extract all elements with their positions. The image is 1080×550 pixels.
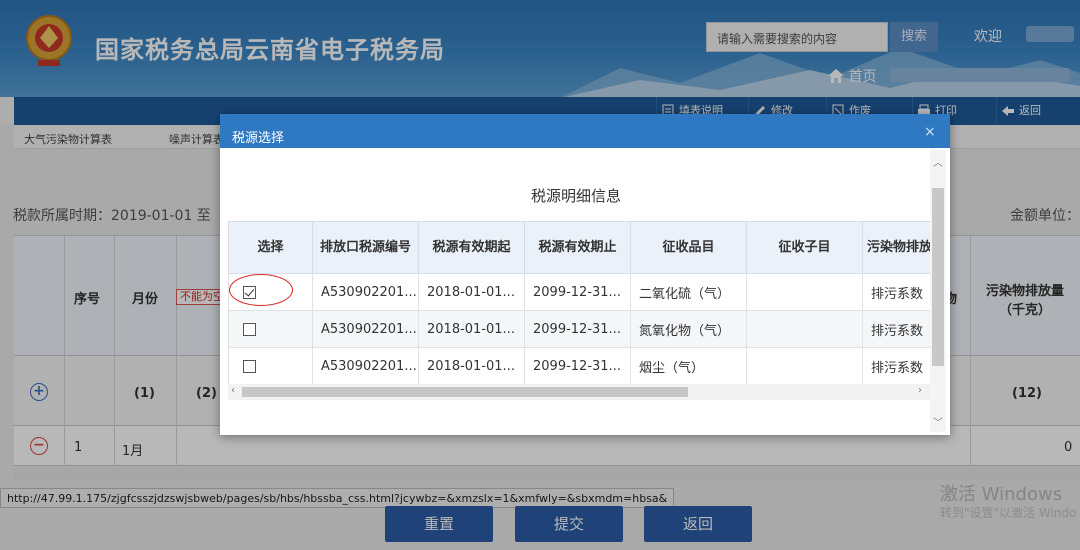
- dialog-vertical-scrollbar[interactable]: ︿ ﹀: [930, 150, 946, 432]
- dialog-horizontal-scrollbar[interactable]: ‹ ›: [228, 384, 930, 400]
- source-no-cell: A530902201...: [312, 347, 419, 385]
- start-cell: 2018-01-01...: [418, 273, 525, 311]
- dialog-caption: 税源明细信息: [530, 187, 621, 205]
- dialog-title: 税源选择: [220, 114, 950, 148]
- method-cell: 排污系数: [862, 310, 930, 348]
- scroll-right-icon[interactable]: ›: [918, 385, 922, 396]
- row-checkbox[interactable]: [243, 322, 256, 336]
- table-row[interactable]: A530902201... 2018-01-01... 2099-12-31..…: [228, 273, 930, 311]
- start-cell: 2018-01-01...: [418, 310, 525, 348]
- item-cell: 氮氧化物（气）: [630, 310, 747, 348]
- source-no-cell: A530902201...: [312, 310, 419, 348]
- row-checkbox[interactable]: [243, 359, 256, 373]
- col-header-item: 征收品目: [630, 221, 747, 274]
- col-header-source-no: 排放口税源编号: [312, 221, 419, 274]
- end-cell: 2099-12-31...: [524, 273, 631, 311]
- scroll-up-icon[interactable]: ︿: [933, 154, 943, 169]
- scroll-down-icon[interactable]: ﹀: [933, 414, 943, 429]
- scroll-left-icon[interactable]: ‹: [231, 385, 235, 396]
- method-cell: 排污系数: [862, 347, 930, 385]
- item-cell: 二氧化硫（气）: [630, 273, 747, 311]
- subitem-cell: [746, 310, 863, 348]
- select-cell[interactable]: [228, 310, 313, 348]
- tax-source-selection-dialog: 税源选择 × 税源明细信息 选择 排放口税源编号 税源有效期起 税源有效期止 征…: [220, 114, 950, 435]
- tax-source-table: 选择 排放口税源编号 税源有效期起 税源有效期止 征收品目 征收子目 污染物排放…: [228, 221, 930, 387]
- highlight-ellipse: [229, 274, 293, 306]
- select-cell[interactable]: [228, 347, 313, 385]
- scroll-thumb[interactable]: [932, 188, 944, 366]
- col-header-select: 选择: [228, 221, 313, 274]
- table-row[interactable]: A530902201... 2018-01-01... 2099-12-31..…: [228, 347, 930, 385]
- close-icon[interactable]: ×: [924, 124, 936, 140]
- col-header-method: 污染物排放计算方法: [862, 221, 930, 274]
- subitem-cell: [746, 347, 863, 385]
- end-cell: 2099-12-31...: [524, 347, 631, 385]
- start-cell: 2018-01-01...: [418, 347, 525, 385]
- table-header-row: 选择 排放口税源编号 税源有效期起 税源有效期止 征收品目 征收子目 污染物排放…: [228, 221, 930, 274]
- source-no-cell: A530902201...: [312, 273, 419, 311]
- item-cell: 烟尘（气）: [630, 347, 747, 385]
- col-header-subitem: 征收子目: [746, 221, 863, 274]
- col-header-end: 税源有效期止: [524, 221, 631, 274]
- end-cell: 2099-12-31...: [524, 310, 631, 348]
- col-header-start: 税源有效期起: [418, 221, 525, 274]
- scroll-thumb[interactable]: [242, 387, 688, 397]
- table-row[interactable]: A530902201... 2018-01-01... 2099-12-31..…: [228, 310, 930, 348]
- subitem-cell: [746, 273, 863, 311]
- method-cell: 排污系数: [862, 273, 930, 311]
